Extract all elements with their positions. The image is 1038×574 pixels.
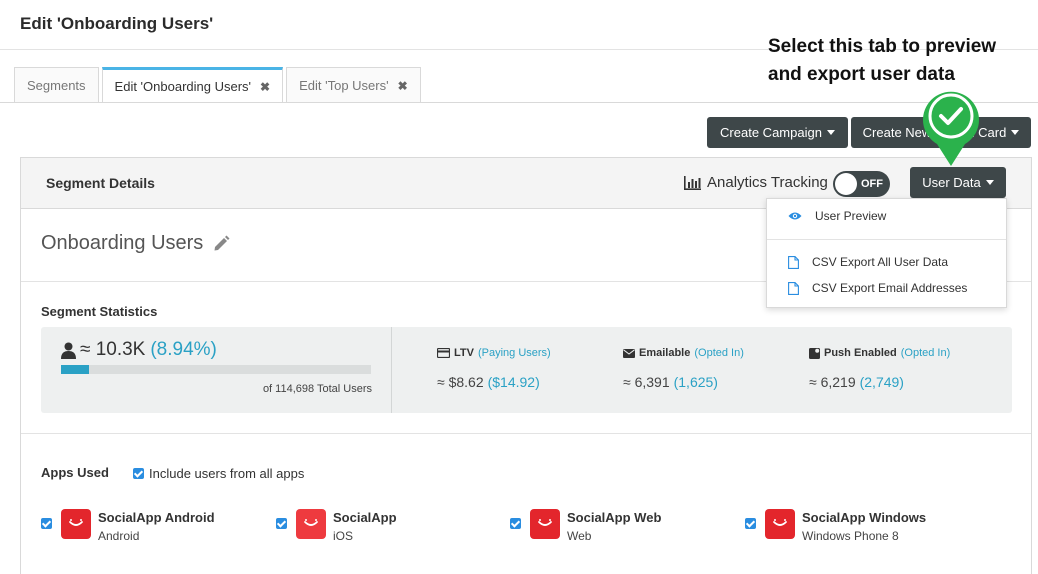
check-marker-icon — [923, 91, 979, 166]
app-name: SocialApp Windows — [802, 510, 927, 525]
segment-name: Onboarding Users — [41, 232, 230, 255]
metric-value: ≈ 6,391 (1,625) — [623, 374, 718, 390]
app-logo-icon — [765, 509, 795, 539]
include-all-apps[interactable]: Include users from all apps — [133, 466, 304, 481]
caret-down-icon — [1011, 130, 1020, 135]
app-platform: Windows Phone 8 — [802, 529, 899, 543]
app-checkbox[interactable] — [276, 518, 287, 529]
metric-label: Emailable (Opted In) — [623, 347, 744, 359]
tab-label: Segments — [27, 78, 86, 93]
app-item: SocialApp Windows Windows Phone 8 — [745, 509, 926, 546]
app-name: SocialApp Android — [98, 510, 215, 525]
divider — [767, 239, 1006, 240]
tab-segments[interactable]: Segments — [14, 67, 99, 103]
segment-name-text: Onboarding Users — [41, 232, 204, 254]
user-data-dropdown-menu: User Preview CSV Export All User Data CS… — [766, 198, 1007, 308]
push-icon — [809, 347, 820, 359]
audience-progress-bar — [61, 365, 371, 374]
credit-card-icon — [437, 348, 450, 358]
divider — [0, 102, 1038, 103]
file-icon — [788, 281, 799, 295]
annotation-line: Select this tab to preview — [768, 36, 997, 57]
app-logo-icon — [61, 509, 91, 539]
bar-chart-icon — [684, 175, 701, 190]
total-users: of 114,698 Total Users — [262, 383, 372, 395]
tab-edit-top-users[interactable]: Edit 'Top Users' ✖ — [286, 67, 421, 103]
envelope-icon — [623, 348, 635, 358]
create-campaign-button[interactable]: Create Campaign — [707, 117, 848, 148]
include-all-label: Include users from all apps — [149, 466, 305, 481]
tab-edit-onboarding-users[interactable]: Edit 'Onboarding Users' ✖ — [101, 67, 284, 103]
toggle-knob — [835, 173, 857, 195]
metric-emailable: Emailable (Opted In) ≈ 6,391 (1,625) — [623, 347, 744, 390]
include-all-checkbox[interactable] — [133, 468, 144, 479]
user-count-percent: (8.94%) — [150, 339, 217, 360]
app-item: SocialApp Android Android — [41, 509, 215, 546]
file-icon — [788, 255, 799, 269]
annotation-line: and export user data — [768, 64, 955, 85]
menu-item-csv-export-emails[interactable]: CSV Export Email Addresses — [767, 281, 1006, 295]
statistics-box: ≈ 10.3K (8.94%) of 114,698 Total Users L… — [41, 327, 1012, 413]
caret-down-icon — [826, 130, 835, 135]
app-checkbox[interactable] — [41, 518, 52, 529]
tab-label: Edit 'Top Users' — [299, 78, 389, 93]
panel-title: Segment Details — [46, 175, 155, 191]
metric-label: Push Enabled (Opted In) — [809, 347, 950, 359]
analytics-tracking: Analytics Tracking — [684, 174, 828, 191]
toggle-label: OFF — [861, 178, 883, 190]
app-item: SocialApp iOS — [276, 509, 397, 546]
menu-item-csv-export-all[interactable]: CSV Export All User Data — [767, 255, 1006, 269]
tab-bar: Segments Edit 'Onboarding Users' ✖ Edit … — [14, 67, 424, 103]
page: Edit 'Onboarding Users' Segments Edit 'O… — [0, 0, 1038, 574]
button-label: Create Campaign — [720, 125, 822, 140]
menu-item-label: CSV Export All User Data — [812, 255, 949, 269]
app-item: SocialApp Web Web — [510, 509, 661, 546]
metric-push-enabled: Push Enabled (Opted In) ≈ 6,219 (2,749) — [809, 347, 950, 390]
user-data-button[interactable]: User Data — [910, 167, 1006, 198]
metric-ltv: LTV (Paying Users) ≈ $8.62 ($14.92) — [437, 347, 551, 390]
annotation-callout: Select this tab to preview and export us… — [768, 33, 1038, 89]
app-text: SocialApp Web Web — [567, 509, 661, 546]
metric-label: LTV (Paying Users) — [437, 347, 551, 359]
analytics-toggle[interactable]: OFF — [833, 171, 890, 197]
app-checkbox[interactable] — [745, 518, 756, 529]
app-text: SocialApp Windows Windows Phone 8 — [802, 509, 926, 546]
divider — [21, 433, 1031, 434]
analytics-label: Analytics Tracking — [707, 174, 828, 191]
app-name: SocialApp Web — [567, 510, 662, 525]
menu-item-label: User Preview — [815, 209, 887, 223]
close-icon[interactable]: ✖ — [398, 79, 408, 93]
caret-down-icon — [985, 180, 994, 185]
app-text: SocialApp Android Android — [98, 509, 215, 546]
app-logo-icon — [530, 509, 560, 539]
app-platform: Web — [567, 529, 592, 543]
segment-statistics-title: Segment Statistics — [41, 304, 158, 319]
progress-fill — [61, 365, 89, 374]
app-checkbox[interactable] — [510, 518, 521, 529]
app-logo-icon — [296, 509, 326, 539]
apps-used-title: Apps Used — [41, 465, 109, 480]
app-name: SocialApp — [333, 510, 397, 525]
user-icon — [61, 342, 76, 359]
app-text: SocialApp iOS — [333, 509, 397, 546]
divider — [391, 327, 392, 413]
metric-value: ≈ $8.62 ($14.92) — [437, 374, 540, 390]
eye-icon — [788, 212, 802, 220]
tab-label: Edit 'Onboarding Users' — [114, 79, 252, 94]
close-icon[interactable]: ✖ — [260, 80, 270, 94]
page-title: Edit 'Onboarding Users' — [20, 14, 214, 33]
app-platform: Android — [98, 529, 140, 543]
menu-item-label: CSV Export Email Addresses — [812, 281, 968, 295]
button-label: User Data — [922, 175, 981, 190]
menu-item-user-preview[interactable]: User Preview — [767, 209, 1006, 223]
metric-value: ≈ 6,219 (2,749) — [809, 374, 904, 390]
user-count-value: ≈ 10.3K — [80, 339, 146, 360]
user-count: ≈ 10.3K (8.94%) — [61, 339, 217, 361]
pencil-icon[interactable] — [213, 235, 230, 252]
app-platform: iOS — [333, 529, 354, 543]
